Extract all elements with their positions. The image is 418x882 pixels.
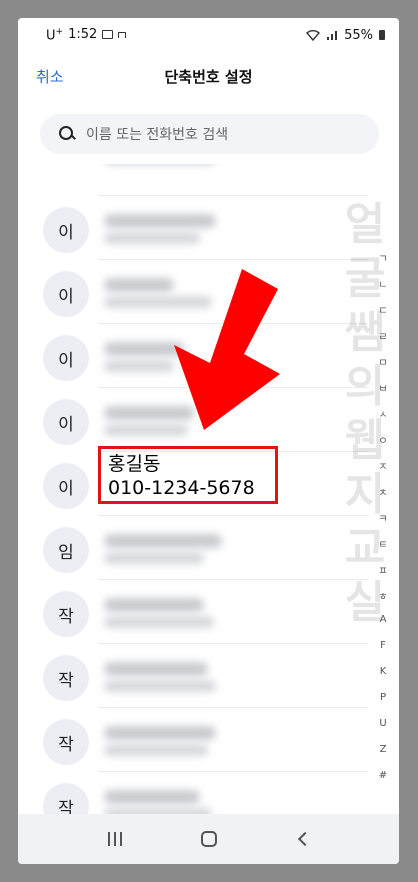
index-letter[interactable]: ㅂ (368, 380, 398, 395)
alphabet-index[interactable]: ㄱ ㄴ ㄷ ㄹ ㅁ ㅂ ㅅ ㅇ ㅈ ㅊ ㅋ ㅌ ㅍ ㅎ A F K P U Z … (368, 250, 398, 830)
index-letter[interactable]: ㄷ (368, 302, 398, 317)
index-letter[interactable]: ㅎ (368, 588, 398, 603)
back-icon[interactable] (297, 831, 312, 847)
index-letter[interactable]: ㅁ (368, 354, 398, 369)
index-letter[interactable]: K (368, 666, 398, 677)
index-letter[interactable]: ㅊ (368, 484, 398, 499)
recents-icon[interactable] (107, 832, 122, 846)
system-nav-bar (18, 814, 399, 864)
phone-screen: U+ 1:52 55% 취소 단축번호 설정 이름 또는 전화번호 검색 이 이… (18, 18, 399, 864)
index-letter[interactable]: ㅇ (368, 432, 398, 447)
index-letter[interactable]: F (368, 640, 398, 651)
index-letter[interactable]: ㅋ (368, 510, 398, 525)
index-letter[interactable]: ㄴ (368, 276, 398, 291)
index-letter[interactable]: ㄹ (368, 328, 398, 343)
index-letter[interactable]: P (368, 692, 398, 703)
home-icon[interactable] (200, 831, 217, 847)
red-arrow-annotation (174, 269, 280, 430)
index-letter[interactable]: ㄱ (368, 250, 398, 265)
index-letter[interactable]: ㅈ (368, 458, 398, 473)
index-letter[interactable]: ㅅ (368, 406, 398, 421)
index-letter[interactable]: A (368, 614, 398, 625)
index-letter[interactable]: U (368, 718, 398, 729)
index-letter[interactable]: ㅌ (368, 536, 398, 551)
index-letter[interactable]: ㅍ (368, 562, 398, 577)
index-letter[interactable]: # (368, 770, 398, 781)
index-letter[interactable]: Z (368, 744, 398, 755)
